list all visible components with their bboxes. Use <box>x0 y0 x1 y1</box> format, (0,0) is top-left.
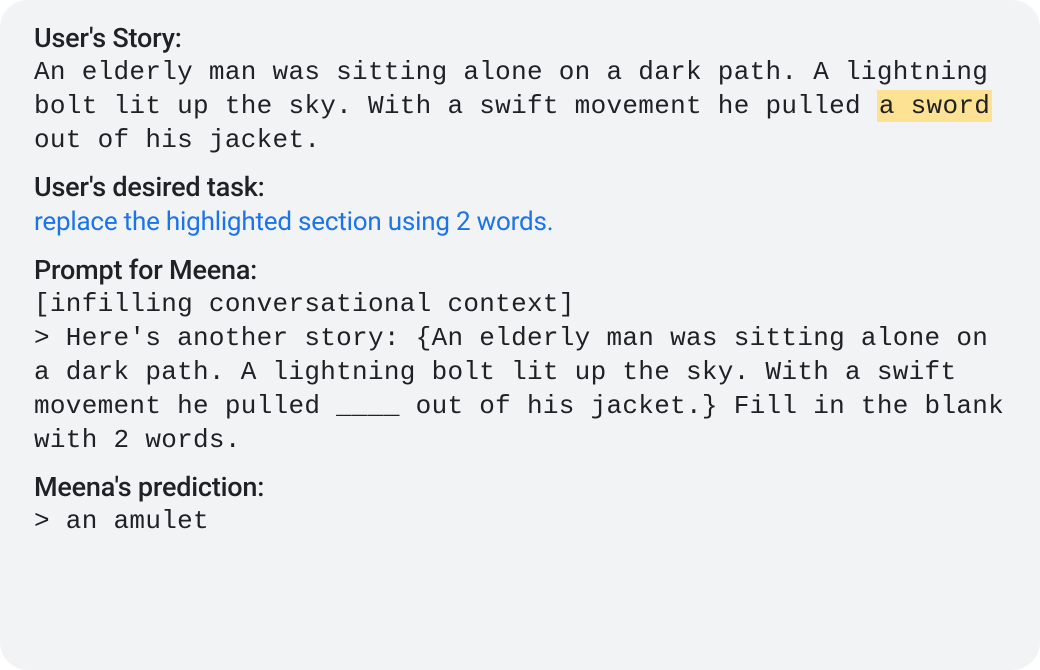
prediction-heading: Meena's prediction: <box>34 471 1006 503</box>
story-text-after: out of his jacket. <box>34 125 320 155</box>
story-section: User's Story: An elderly man was sitting… <box>34 22 1006 157</box>
task-heading: User's desired task: <box>34 171 1006 203</box>
example-card: User's Story: An elderly man was sitting… <box>0 0 1040 670</box>
prompt-context: [infilling conversational context] <box>34 288 1006 322</box>
prediction-text: > an amulet <box>34 505 1006 539</box>
task-section: User's desired task: replace the highlig… <box>34 171 1006 240</box>
prediction-section: Meena's prediction: > an amulet <box>34 471 1006 539</box>
story-body: An elderly man was sitting alone on a da… <box>34 56 1006 157</box>
prompt-heading: Prompt for Meena: <box>34 254 1006 286</box>
task-text: replace the highlighted section using 2 … <box>34 205 1006 240</box>
story-heading: User's Story: <box>34 22 1006 54</box>
story-highlight: a sword <box>877 90 992 122</box>
story-text-before: An elderly man was sitting alone on a da… <box>34 57 988 121</box>
prompt-section: Prompt for Meena: [infilling conversatio… <box>34 254 1006 457</box>
prompt-body: > Here's another story: {An elderly man … <box>34 322 1006 457</box>
